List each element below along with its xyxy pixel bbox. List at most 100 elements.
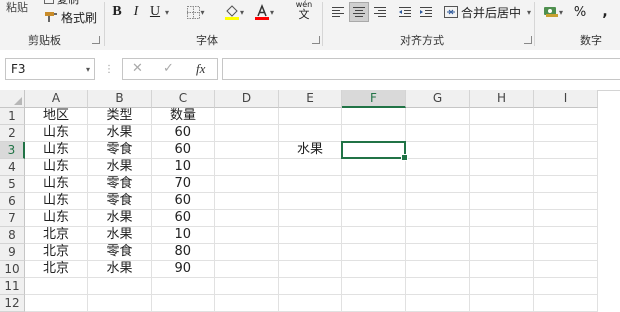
cell-a2[interactable]: 山东: [25, 125, 88, 142]
row-header-9[interactable]: 9: [0, 244, 25, 261]
cell-a8[interactable]: 北京: [25, 227, 88, 244]
cell-b9[interactable]: 零食: [88, 244, 152, 261]
row-header-12[interactable]: 12: [0, 295, 25, 312]
cell-d11[interactable]: [215, 278, 279, 295]
align-right-button[interactable]: [371, 2, 389, 22]
select-all-button[interactable]: [0, 90, 25, 108]
cell-a4[interactable]: 山东: [25, 159, 88, 176]
cell-b6[interactable]: 零食: [88, 193, 152, 210]
cell-d3[interactable]: [215, 142, 279, 159]
column-header-h[interactable]: H: [470, 90, 534, 108]
cell-e1[interactable]: [279, 108, 342, 125]
column-header-e[interactable]: E: [279, 90, 342, 108]
cell-c7[interactable]: 60: [152, 210, 215, 227]
merge-center-button[interactable]: 合并后居中 ▾: [444, 2, 531, 22]
percent-button[interactable]: %: [572, 2, 588, 22]
cell-a10[interactable]: 北京: [25, 261, 88, 278]
cell-b11[interactable]: [88, 278, 152, 295]
cell-h8[interactable]: [470, 227, 534, 244]
borders-button[interactable]: ▾: [186, 2, 206, 22]
cell-d9[interactable]: [215, 244, 279, 261]
cell-i5[interactable]: [534, 176, 598, 193]
cell-i12[interactable]: [534, 295, 598, 312]
row-header-3[interactable]: 3: [0, 142, 25, 159]
cell-a11[interactable]: [25, 278, 88, 295]
row-header-4[interactable]: 4: [0, 159, 25, 176]
cell-c5[interactable]: 70: [152, 176, 215, 193]
cell-g4[interactable]: [406, 159, 470, 176]
column-header-i[interactable]: I: [534, 90, 598, 108]
row-header-8[interactable]: 8: [0, 227, 25, 244]
cell-g7[interactable]: [406, 210, 470, 227]
cell-h11[interactable]: [470, 278, 534, 295]
cell-h5[interactable]: [470, 176, 534, 193]
cell-h2[interactable]: [470, 125, 534, 142]
cell-h3[interactable]: [470, 142, 534, 159]
cell-f12[interactable]: [342, 295, 406, 312]
cell-f8[interactable]: [342, 227, 406, 244]
cell-d6[interactable]: [215, 193, 279, 210]
cell-g8[interactable]: [406, 227, 470, 244]
cell-f9[interactable]: [342, 244, 406, 261]
cell-f10[interactable]: [342, 261, 406, 278]
cell-d4[interactable]: [215, 159, 279, 176]
cell-a12[interactable]: [25, 295, 88, 312]
cell-a5[interactable]: 山东: [25, 176, 88, 193]
cell-b5[interactable]: 零食: [88, 176, 152, 193]
cell-e7[interactable]: [279, 210, 342, 227]
cell-f6[interactable]: [342, 193, 406, 210]
cell-g12[interactable]: [406, 295, 470, 312]
cell-b12[interactable]: [88, 295, 152, 312]
cell-g11[interactable]: [406, 278, 470, 295]
row-header-10[interactable]: 10: [0, 261, 25, 278]
row-header-11[interactable]: 11: [0, 278, 25, 295]
cell-d5[interactable]: [215, 176, 279, 193]
cell-i7[interactable]: [534, 210, 598, 227]
cell-e10[interactable]: [279, 261, 342, 278]
cell-h6[interactable]: [470, 193, 534, 210]
row-header-2[interactable]: 2: [0, 125, 25, 142]
cell-i4[interactable]: [534, 159, 598, 176]
cell-b4[interactable]: 水果: [88, 159, 152, 176]
fill-handle[interactable]: [401, 154, 408, 161]
italic-button[interactable]: I: [128, 2, 144, 22]
cell-e2[interactable]: [279, 125, 342, 142]
cell-f5[interactable]: [342, 176, 406, 193]
name-box-dropdown-icon[interactable]: ▾: [86, 65, 90, 74]
cell-i1[interactable]: [534, 108, 598, 125]
accounting-format-button[interactable]: ▾: [540, 2, 566, 22]
cell-i11[interactable]: [534, 278, 598, 295]
cell-e4[interactable]: [279, 159, 342, 176]
cell-b7[interactable]: 水果: [88, 210, 152, 227]
cell-d12[interactable]: [215, 295, 279, 312]
font-launcher-icon[interactable]: [312, 36, 320, 44]
cell-e11[interactable]: [279, 278, 342, 295]
cell-b10[interactable]: 水果: [88, 261, 152, 278]
cell-c12[interactable]: [152, 295, 215, 312]
decrease-indent-button[interactable]: [396, 2, 414, 22]
cell-d7[interactable]: [215, 210, 279, 227]
cell-c8[interactable]: 10: [152, 227, 215, 244]
alignment-launcher-icon[interactable]: [524, 36, 532, 44]
cell-h9[interactable]: [470, 244, 534, 261]
cell-d1[interactable]: [215, 108, 279, 125]
cell-g2[interactable]: [406, 125, 470, 142]
cell-f1[interactable]: [342, 108, 406, 125]
cell-e6[interactable]: [279, 193, 342, 210]
cell-i2[interactable]: [534, 125, 598, 142]
cell-i8[interactable]: [534, 227, 598, 244]
cell-f2[interactable]: [342, 125, 406, 142]
row-header-1[interactable]: 1: [0, 108, 25, 125]
cell-d10[interactable]: [215, 261, 279, 278]
clipboard-launcher-icon[interactable]: [92, 36, 100, 44]
cell-c1[interactable]: 数量: [152, 108, 215, 125]
bold-button[interactable]: B: [109, 2, 125, 22]
cell-i6[interactable]: [534, 193, 598, 210]
font-color-button[interactable]: ▾: [252, 2, 276, 22]
underline-button[interactable]: U: [148, 2, 162, 22]
name-box[interactable]: F3 ▾: [5, 58, 95, 80]
cell-a3[interactable]: 山东: [25, 142, 88, 159]
column-header-g[interactable]: G: [406, 90, 470, 108]
insert-function-button[interactable]: fx: [196, 61, 205, 77]
cell-g5[interactable]: [406, 176, 470, 193]
